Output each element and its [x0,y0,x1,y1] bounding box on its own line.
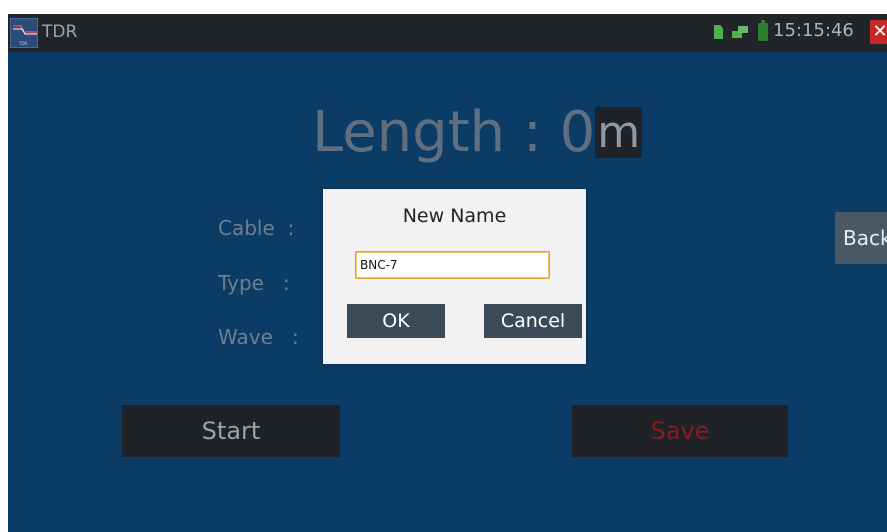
back-button[interactable]: Back [835,212,887,264]
tdr-screen: TDR TDR 15:15:46 ✕ Length : 0m Cable : T… [8,14,887,532]
length-unit-selector[interactable]: m [595,107,643,158]
battery-icon [758,20,768,41]
wave-label: Wave : [218,325,299,349]
network-icon [732,26,748,38]
title-bar: TDR TDR 15:15:46 ✕ [8,14,887,52]
dialog-title: New Name [402,205,507,227]
type-label: Type : [218,271,290,295]
tdr-app-icon[interactable]: TDR [10,18,38,48]
length-readout: Length : 0 [312,100,596,165]
sd-card-icon [714,25,723,39]
clock: 15:15:46 [773,20,854,41]
name-input[interactable] [355,251,550,279]
app-title: TDR [42,22,78,42]
save-button[interactable]: Save [572,405,788,457]
close-icon[interactable]: ✕ [870,20,887,44]
app-icon-label: TDR [19,41,28,46]
ok-button[interactable]: OK [347,304,445,338]
cancel-button[interactable]: Cancel [484,304,582,338]
new-name-dialog: New Name OK Cancel [323,189,586,364]
cable-label: Cable : [218,216,295,240]
length-display: Length : 0m [312,100,643,165]
waveform-icon [13,25,37,35]
start-button[interactable]: Start [122,405,340,457]
